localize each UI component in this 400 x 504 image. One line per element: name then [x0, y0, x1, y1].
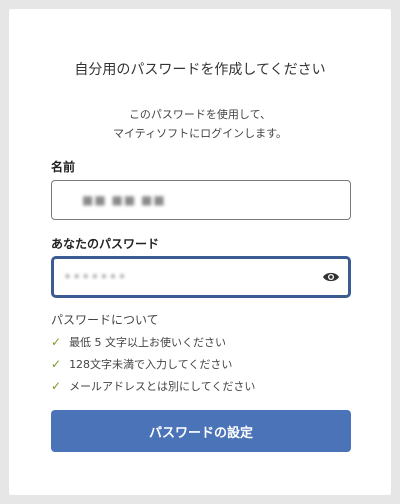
eye-icon[interactable] [322, 271, 340, 283]
password-field[interactable]: ••••••• [51, 256, 351, 298]
signup-card: 自分用のパスワードを作成してください このパスワードを使用して、 マイティソフト… [9, 9, 391, 495]
subtitle-line-2: マイティソフトにログインします。 [112, 127, 288, 140]
password-label: あなたのパスワード [51, 237, 160, 251]
password-rule: ✓ メールアドレスとは別にしてください [51, 378, 255, 394]
password-rule: ✓ 128文字未満で入力してください [51, 356, 232, 372]
password-rule-text: メールアドレスとは別にしてください [69, 380, 256, 393]
name-label: 名前 [51, 160, 76, 174]
subtitle-line-1: このパスワードを使用して、 [128, 108, 272, 121]
page-subtitle: このパスワードを使用して、 マイティソフトにログインします。 [9, 105, 391, 143]
name-field[interactable]: ■■ ■■ ■■ [51, 180, 351, 220]
set-password-button[interactable]: パスワードの設定 [51, 410, 351, 452]
name-value-obscured: ■■ ■■ ■■ [82, 193, 166, 207]
password-rule-text: 最低 5 文字以上お使いください [69, 336, 227, 349]
page-title: 自分用のパスワードを作成してください [74, 62, 326, 78]
password-rule-text: 128文字未満で入力してください [69, 358, 233, 371]
password-value-obscured: ••••••• [64, 270, 128, 284]
password-rules-heading: パスワードについて [51, 313, 159, 327]
password-rule: ✓ 最低 5 文字以上お使いください [51, 334, 226, 350]
check-icon: ✓ [51, 357, 62, 371]
check-icon: ✓ [51, 379, 62, 393]
check-icon: ✓ [51, 335, 62, 349]
